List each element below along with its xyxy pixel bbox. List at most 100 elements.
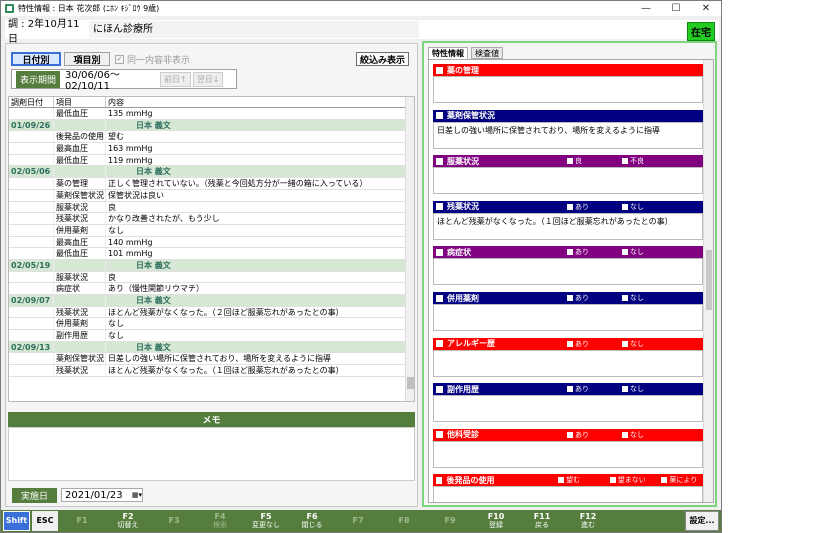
- tab-properties[interactable]: 特性情報: [428, 47, 468, 59]
- option-checkbox[interactable]: あり: [567, 202, 612, 212]
- checkbox-icon[interactable]: [436, 476, 443, 484]
- scroll-thumb[interactable]: [706, 250, 712, 310]
- table-row[interactable]: 最低血圧 135 mmHg: [9, 108, 414, 120]
- option-checkbox[interactable]: 不良: [622, 156, 667, 166]
- property-section: 副作用歴 あり なし: [433, 383, 703, 423]
- section-textarea[interactable]: [433, 395, 703, 423]
- table-row[interactable]: 併用薬剤 なし: [9, 318, 414, 331]
- table-row[interactable]: 残薬状況 ほとんど残薬がなくなった。（２回ほど服薬忘れがあったとの事）: [9, 306, 414, 319]
- option-checkbox[interactable]: 薬により: [661, 475, 703, 485]
- table-row[interactable]: 病症状 あり（慢性関節リウマチ）: [9, 283, 414, 295]
- tab-test-values[interactable]: 検査値: [471, 47, 503, 59]
- checkbox-icon[interactable]: [436, 157, 443, 165]
- property-section: 残薬状況 あり なし ほとんど残薬がなくなった。（１回ほど服薬忘れがあったとの事）: [433, 200, 703, 240]
- fkey-f5-button[interactable]: F5 変更なし: [244, 511, 288, 531]
- checkbox-icon[interactable]: [436, 112, 443, 120]
- option-checkbox[interactable]: なし: [622, 430, 667, 440]
- table-row[interactable]: 最高血圧 163 mmHg: [9, 143, 414, 155]
- cell-date: [9, 143, 54, 154]
- properties-scrollbar[interactable]: [703, 60, 713, 502]
- table-row[interactable]: 最低血圧 119 mmHg: [9, 154, 414, 167]
- option-checkbox[interactable]: あり: [567, 430, 612, 440]
- option-checkbox[interactable]: なし: [622, 247, 667, 257]
- memo-textarea[interactable]: [8, 427, 415, 481]
- cell-date: [9, 248, 54, 259]
- section-textarea[interactable]: [433, 440, 703, 468]
- option-checkbox[interactable]: あり: [567, 247, 612, 257]
- fkey-f8-button[interactable]: F8: [382, 511, 426, 531]
- table-row[interactable]: 最高血圧 140 mmHg: [9, 236, 414, 249]
- checkbox-icon[interactable]: [436, 385, 443, 393]
- table-group-row[interactable]: 02/05/19 日本 義文: [9, 259, 414, 272]
- table-row[interactable]: 薬剤保管状況 保管状況は良い: [9, 189, 414, 202]
- section-textarea[interactable]: [433, 258, 703, 286]
- execution-date-field[interactable]: 2021/01/23 ▦▾: [61, 488, 144, 502]
- table-row[interactable]: 併用薬剤 なし: [9, 224, 414, 237]
- fkey-f11-button[interactable]: F11 戻る: [520, 511, 564, 531]
- checkbox-icon[interactable]: [436, 340, 443, 348]
- section-textarea[interactable]: [433, 486, 703, 502]
- prev-day-button[interactable]: 前日↑: [160, 71, 191, 87]
- close-icon[interactable]: ✕: [691, 1, 721, 16]
- filter-button[interactable]: 絞込み表示: [356, 52, 409, 66]
- cell-content: 正しく管理されていない。（残薬と今回処方分が一緒の箱に入っている）: [108, 179, 368, 189]
- fkey-f4-button[interactable]: F4 検索: [198, 511, 242, 531]
- table-row[interactable]: 薬剤保管状況 日差しの強い場所に保管されており、場所を変えるように指導: [9, 353, 414, 366]
- table-group-row[interactable]: 02/09/13 日本 義文: [9, 341, 414, 354]
- table-group-row[interactable]: 02/05/06 日本 義文: [9, 166, 414, 179]
- table-row[interactable]: 服薬状況良: [9, 271, 414, 284]
- fkey-f2-button[interactable]: F2 切替え: [106, 511, 150, 531]
- fkey-f3-button[interactable]: F3: [152, 511, 196, 531]
- maximize-icon[interactable]: ☐: [661, 1, 691, 16]
- dup-hide-checkbox[interactable]: ✓ 同一内容非表示: [115, 53, 190, 66]
- table-row[interactable]: 薬の管理 正しく管理されていない。（残薬と今回処方分が一緒の箱に入っている）: [9, 178, 414, 190]
- option-checkbox[interactable]: あり: [567, 339, 612, 349]
- checkbox-icon[interactable]: [436, 248, 443, 256]
- checkbox-icon[interactable]: [436, 294, 443, 302]
- fkey--button[interactable]: 設定...: [685, 511, 719, 531]
- section-textarea[interactable]: 日差しの強い場所に保管されており、場所を変えるように指導: [433, 121, 703, 149]
- section-textarea[interactable]: ほとんど残薬がなくなった。（１回ほど服薬忘れがあったとの事）: [433, 212, 703, 240]
- table-scrollbar[interactable]: [405, 97, 414, 401]
- fkey-shift-button[interactable]: Shift: [3, 511, 30, 531]
- tab-by-date[interactable]: 日付別: [11, 52, 61, 66]
- option-checkbox[interactable]: なし: [622, 339, 667, 349]
- table-row[interactable]: 残薬状況 ほとんど残薬がなくなった。（１回ほど服薬忘れがあったとの事）: [9, 365, 414, 377]
- scroll-thumb[interactable]: [407, 377, 414, 389]
- option-checkbox[interactable]: あり: [567, 293, 612, 303]
- fkey-esc-button[interactable]: ESC: [32, 511, 58, 531]
- table-row[interactable]: 後発品の使用 望む: [9, 131, 414, 144]
- option-checkbox[interactable]: なし: [622, 384, 667, 394]
- option-checkbox[interactable]: 良: [567, 156, 612, 166]
- minimize-icon[interactable]: —: [631, 1, 661, 16]
- section-textarea[interactable]: [433, 76, 703, 103]
- checkbox-icon[interactable]: [436, 66, 443, 74]
- next-day-button[interactable]: 翌日↓: [192, 71, 224, 87]
- table-row[interactable]: 最低血圧 101 mmHg: [9, 248, 414, 260]
- table-row[interactable]: 副作用歴 なし: [9, 330, 414, 342]
- checkbox-icon[interactable]: [436, 431, 443, 439]
- table-row[interactable]: 服薬状況良: [9, 201, 414, 214]
- option-checkbox[interactable]: 望む: [558, 475, 600, 485]
- cell-date: [9, 271, 54, 283]
- table-group-row[interactable]: 02/09/07 日本 義文: [9, 295, 414, 307]
- table-group-row[interactable]: 01/09/26 日本 義文: [9, 119, 414, 132]
- fkey-f12-button[interactable]: F12 進む: [566, 511, 610, 531]
- tab-by-item[interactable]: 項目別: [64, 52, 110, 66]
- table-row[interactable]: 残薬状況 かなり改善されたが、もう少し: [9, 213, 414, 225]
- fkey-f1-button[interactable]: F1: [60, 511, 104, 531]
- option-checkbox[interactable]: あり: [567, 384, 612, 394]
- checkbox-icon[interactable]: [436, 203, 443, 211]
- section-header: 薬剤保管状況: [433, 109, 703, 122]
- option-checkbox[interactable]: なし: [622, 293, 667, 303]
- fkey-f6-button[interactable]: F6 閉じる: [290, 511, 334, 531]
- fkey-f10-button[interactable]: F10 登録: [474, 511, 518, 531]
- fkey-f7-button[interactable]: F7: [336, 511, 380, 531]
- section-textarea[interactable]: [433, 304, 703, 331]
- fkey-f9-button[interactable]: F9: [428, 511, 472, 531]
- section-textarea[interactable]: [433, 349, 703, 377]
- calendar-dropdown-icon[interactable]: ▦▾: [132, 491, 142, 499]
- option-checkbox[interactable]: なし: [622, 202, 667, 212]
- option-checkbox[interactable]: 望まない: [609, 475, 652, 485]
- section-textarea[interactable]: [433, 167, 703, 195]
